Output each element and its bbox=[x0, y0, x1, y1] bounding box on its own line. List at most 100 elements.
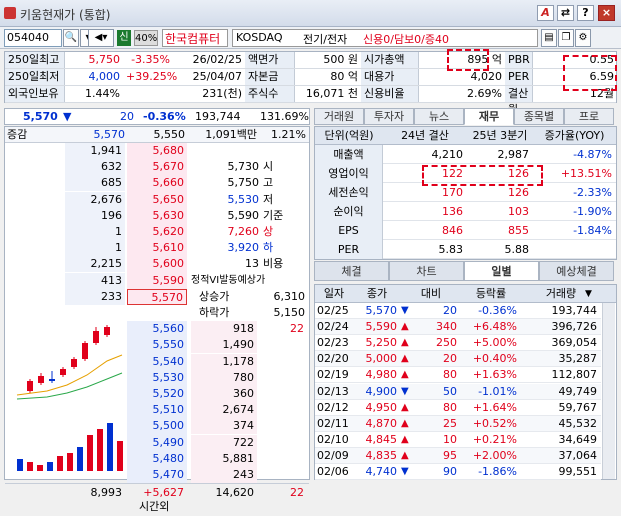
chevron-down-icon[interactable]: ▼ bbox=[585, 285, 597, 301]
after-hours-label[interactable]: 시간외 bbox=[139, 500, 199, 516]
daily-row[interactable]: 02/13 4,900 ▼ 50 -1.01% 49,749 bbox=[315, 383, 601, 400]
fin-header: 단위(억원) 24년 결산 25년 3분기 증가율(YOY) bbox=[315, 127, 616, 145]
vi-title: 정적VI발동예상가 bbox=[191, 274, 266, 286]
info-c1[interactable]: 250일최고 bbox=[5, 52, 65, 68]
copy-icon[interactable]: ❐ bbox=[558, 29, 574, 47]
fin-row: 매출액 4,210 2,987 -4.87% bbox=[315, 145, 616, 164]
daily-row[interactable]: 02/10 4,845 ▲ 10 +0.21% 34,649 bbox=[315, 431, 601, 448]
vi-up-value: 6,310 bbox=[273, 289, 306, 303]
sell-price[interactable]: 5,630 bbox=[127, 208, 187, 224]
pin-icon[interactable]: ▤ bbox=[541, 29, 557, 47]
buy-price[interactable]: 5,530 bbox=[127, 370, 187, 386]
buy-price[interactable]: 5,490 bbox=[127, 435, 187, 451]
orderbook-header: 증감 5,570 5,550 1,091백만 1.21% bbox=[5, 127, 309, 143]
sell-price[interactable]: 5,650 bbox=[127, 192, 187, 208]
buy-price[interactable]: 5,500 bbox=[127, 418, 187, 434]
speaker-icon[interactable]: ◀▾ bbox=[88, 29, 114, 47]
buy-price[interactable]: 5,520 bbox=[127, 386, 187, 402]
sell-price[interactable]: 5,590 bbox=[127, 273, 187, 289]
info-c4: 25/04/07 bbox=[192, 70, 242, 83]
volume-bar bbox=[77, 447, 83, 472]
buy-price[interactable]: 5,540 bbox=[127, 354, 187, 370]
buy-price[interactable]: 5,560 bbox=[127, 321, 187, 337]
link-icon[interactable]: ⇄ bbox=[557, 5, 574, 21]
sell-price[interactable]: 5,600 bbox=[127, 256, 187, 272]
buy-extra bbox=[259, 451, 307, 467]
info-c8: 4,020 bbox=[470, 70, 503, 83]
tab-right-0[interactable]: 거래원 bbox=[314, 108, 364, 125]
fin-row: 순이익 136 103 -1.90% bbox=[315, 202, 616, 221]
down-arrow-icon: ▼ bbox=[63, 110, 72, 123]
daily-row[interactable]: 02/19 4,980 ▲ 80 +1.63% 112,807 bbox=[315, 367, 601, 384]
summary-value: 7,260 bbox=[227, 225, 260, 238]
sell-price[interactable]: 5,610 bbox=[127, 240, 187, 256]
buy-qty: 5,881 bbox=[191, 450, 257, 467]
daily-change: 50 bbox=[443, 384, 457, 398]
daily-row[interactable]: 02/12 4,950 ▲ 80 +1.64% 59,767 bbox=[315, 399, 601, 416]
info-row: 외국인보유1.44%231(천)주식수16,071 천신용비율2.69%결산월1… bbox=[5, 86, 616, 116]
tab-right-3[interactable]: 재무 bbox=[464, 108, 514, 125]
info-c9[interactable]: PER bbox=[505, 69, 533, 85]
sell-price[interactable]: 5,620 bbox=[127, 224, 187, 240]
tab-right-4[interactable]: 종목별 bbox=[514, 108, 564, 125]
tab-right-1[interactable]: 투자자 bbox=[364, 108, 414, 125]
summary-value: 5,530 bbox=[227, 192, 260, 206]
buy-price[interactable]: 5,470 bbox=[127, 467, 187, 483]
tab-bottom-1[interactable]: 차트 bbox=[389, 261, 464, 281]
sell-price[interactable]: 5,680 bbox=[127, 143, 187, 159]
footer-extra: 22 bbox=[290, 486, 304, 500]
financial-table: 단위(억원) 24년 결산 25년 3분기 증가율(YOY) 매출액 4,210 2,987… bbox=[314, 126, 617, 260]
orderbook: 증감 5,570 5,550 1,091백만 1.21% 1,941 5,680 632 5,6… bbox=[4, 126, 310, 513]
daily-volume: 49,749 bbox=[558, 384, 598, 398]
daily-row[interactable]: 02/24 5,590 ▲ 340 +6.48% 396,726 bbox=[315, 319, 601, 336]
credit-label: 신용0/담보0/증40 bbox=[363, 33, 450, 46]
vi-up-label: 상승가 bbox=[199, 289, 230, 303]
search-icon[interactable]: 🔍 bbox=[63, 29, 79, 47]
info-c8: 2.69% bbox=[467, 87, 502, 100]
daily-change: 20 bbox=[443, 304, 457, 317]
tab-bottom-2[interactable]: 일별 bbox=[464, 261, 539, 281]
tab-bottom-0[interactable]: 체결 bbox=[314, 261, 389, 281]
current-price: 5,570 bbox=[23, 110, 58, 123]
daily-row[interactable]: 02/06 4,740 ▼ 90 -1.86% 99,551 bbox=[315, 464, 601, 480]
highlight-pbr-per bbox=[563, 55, 617, 91]
up-arrow-icon: ▲ bbox=[401, 433, 409, 445]
daily-row[interactable]: 02/23 5,250 ▲ 250 +5.00% 369,054 bbox=[315, 335, 601, 352]
sell-qty: 1 bbox=[65, 224, 125, 240]
daily-price: 4,980 bbox=[365, 368, 398, 382]
daily-date: 02/09 bbox=[317, 448, 349, 462]
price-change: 20 bbox=[120, 110, 134, 123]
sell-price[interactable]: 5,570 bbox=[127, 288, 187, 305]
info-c9[interactable]: PBR bbox=[505, 52, 533, 68]
info-c1[interactable]: 250일최저 bbox=[5, 69, 65, 85]
font-size-button[interactable]: A bbox=[537, 5, 554, 21]
buy-price[interactable]: 5,510 bbox=[127, 402, 187, 418]
info-c1[interactable]: 외국인보유 bbox=[5, 86, 65, 102]
daily-row[interactable]: 02/11 4,870 ▲ 25 +0.52% 45,532 bbox=[315, 415, 601, 432]
daily-change: 80 bbox=[443, 368, 457, 382]
buy-price[interactable]: 5,550 bbox=[127, 337, 187, 353]
orderbook-head-4: 1.21% bbox=[271, 128, 306, 141]
help-button[interactable]: ? bbox=[577, 5, 594, 21]
gear-icon[interactable]: ⚙ bbox=[575, 29, 591, 47]
fin-header-cell: 증가율(YOY) bbox=[544, 129, 605, 142]
fin-row-b: 103 bbox=[508, 205, 529, 218]
info-c9[interactable]: 결산월 bbox=[505, 86, 533, 116]
fin-row-a: 4,210 bbox=[431, 148, 464, 161]
candle-body bbox=[71, 359, 77, 368]
scrollbar[interactable] bbox=[602, 303, 615, 479]
stock-code-input[interactable]: 054040 bbox=[4, 29, 62, 47]
tab-bottom-3[interactable]: 예상체결 bbox=[539, 261, 614, 281]
close-button[interactable]: × bbox=[598, 5, 615, 21]
buy-price[interactable]: 5,480 bbox=[127, 451, 187, 467]
daily-header-cell: 대비 bbox=[420, 287, 442, 300]
sell-price[interactable]: 5,670 bbox=[127, 159, 187, 175]
info-c5: 주식수 bbox=[245, 86, 295, 102]
sell-price[interactable]: 5,660 bbox=[127, 175, 187, 191]
daily-row[interactable]: 02/09 4,835 ▲ 95 +2.00% 37,064 bbox=[315, 447, 601, 464]
daily-row[interactable]: 02/20 5,000 ▲ 20 +0.40% 35,287 bbox=[315, 351, 601, 368]
summary-label: 고 bbox=[263, 176, 274, 190]
tab-right-2[interactable]: 뉴스 bbox=[414, 108, 464, 125]
daily-row[interactable]: 02/25 5,570 ▼ 20 -0.36% 193,744 bbox=[315, 303, 601, 319]
tab-right-5[interactable]: 프로 bbox=[564, 108, 614, 125]
